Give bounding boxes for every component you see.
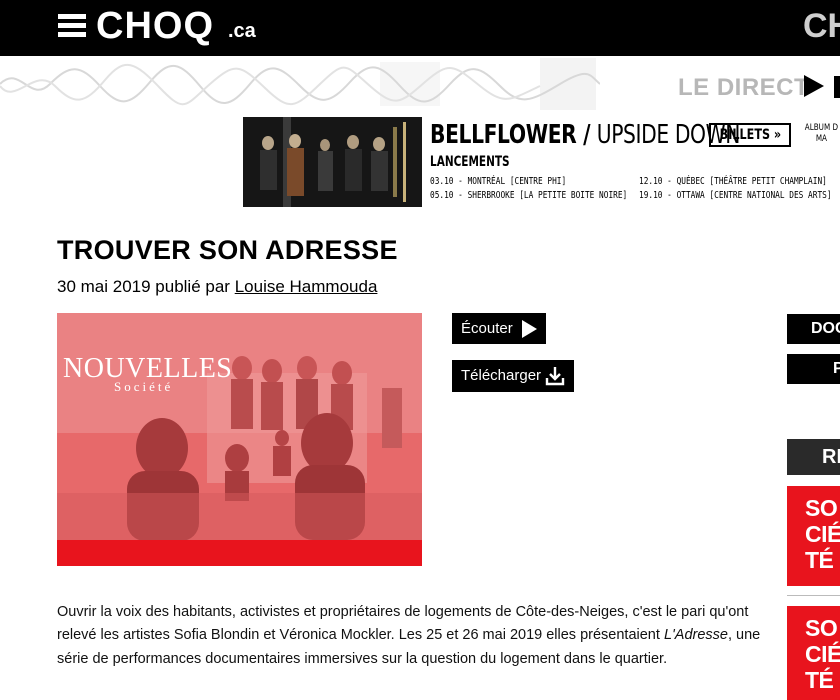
download-icon	[545, 367, 565, 386]
ad-side-text: ALBUM D MA	[804, 123, 838, 144]
ad-subtitle: LANCEMENTS	[430, 154, 510, 170]
article-body: Ouvrir la voix des habitants, activistes…	[57, 604, 761, 667]
audio-wave-decoration	[0, 58, 600, 110]
sidebar-section-header: RE	[787, 439, 840, 475]
site-logo-suffix[interactable]: .ca	[228, 18, 256, 44]
ad-banner[interactable]: BELLFLOWER / UPSIDE DOWN BILLETS » ALBUM…	[243, 117, 840, 207]
header-right-text: CH	[803, 7, 840, 45]
ad-date-item: 03.10 - MONTRÉAL [CENTRE PHI]	[430, 176, 567, 187]
ad-date-item: 05.10 - SHERBROOKE [LA PETITE BOITE NOIR…	[430, 190, 628, 201]
chevron-right-icon: »	[773, 127, 781, 143]
author-link[interactable]: Louise Hammouda	[235, 277, 378, 296]
download-button[interactable]: Télécharger	[452, 360, 574, 392]
sidebar-card-societe[interactable]: SO CIÉ TÉ	[787, 606, 840, 700]
article-title: TROUVER SON ADRESSE	[57, 235, 398, 265]
listen-label: Écouter	[461, 320, 513, 337]
site-logo[interactable]: CHOQ	[96, 4, 214, 48]
play-icon	[522, 320, 537, 338]
sidebar-doc-button[interactable]: DOC	[787, 314, 840, 344]
article-byline: 30 mai 2019 publié par Louise Hammouda	[57, 276, 377, 298]
ad-date-item: 12.10 - QUÉBEC [THÉÂTRE PETIT CHAMPLAIN]	[639, 176, 827, 187]
live-label[interactable]: LE DIRECT	[678, 74, 809, 102]
ad-tickets-button[interactable]: BILLETS »	[709, 123, 791, 147]
publish-date: 30 mai 2019 publié par	[57, 277, 230, 296]
sidebar-p-button[interactable]: P	[787, 354, 840, 384]
listen-button[interactable]: Écouter	[452, 313, 546, 344]
ad-date-item: 19.10 - OTTAWA [CENTRE NATIONAL DES ARTS…	[639, 190, 832, 201]
download-label: Télécharger	[461, 367, 542, 384]
band-photo	[243, 117, 422, 207]
menu-icon[interactable]	[58, 14, 86, 38]
article-image: NOUVELLES Société	[57, 313, 422, 566]
image-brand-subtitle: Société	[114, 379, 173, 394]
ad-title: BELLFLOWER / UPSIDE DOWN	[430, 120, 741, 150]
live-pause-icon[interactable]	[834, 76, 840, 98]
sidebar-card-societe[interactable]: SO CIÉ TÉ	[787, 486, 840, 586]
live-play-icon[interactable]	[804, 75, 824, 97]
site-header: CHOQ .ca CH	[0, 0, 840, 56]
sidebar-divider	[787, 595, 840, 596]
